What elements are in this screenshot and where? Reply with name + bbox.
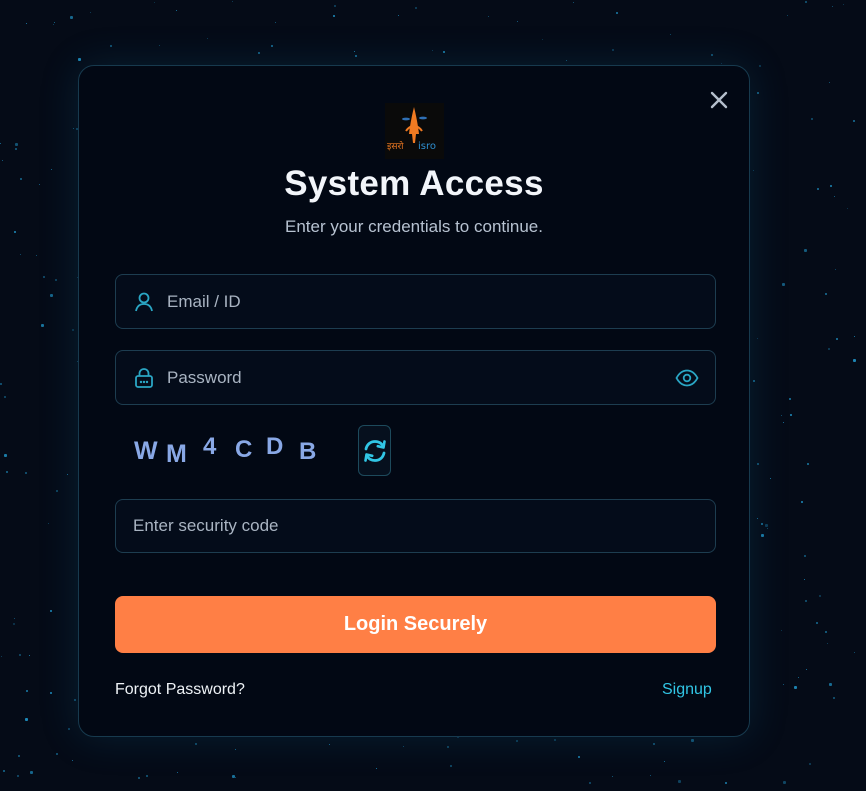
user-icon (135, 292, 153, 312)
isro-logo: इसरो isro (385, 103, 444, 159)
security-code-input[interactable] (133, 500, 699, 552)
email-input[interactable] (167, 275, 699, 328)
captcha-char: 4 (203, 433, 217, 460)
captcha-char: M (166, 440, 187, 468)
captcha-char: W (134, 437, 158, 465)
svg-text:इसरो: इसरो (387, 140, 404, 152)
password-input[interactable] (167, 351, 659, 404)
captcha-char: D (266, 433, 284, 460)
refresh-captcha-button[interactable] (358, 425, 391, 476)
captcha-char: B (299, 438, 317, 465)
email-field[interactable] (115, 274, 716, 329)
lock-icon (135, 368, 153, 388)
close-icon[interactable] (709, 90, 729, 110)
page-subtitle: Enter your credentials to continue. (285, 217, 543, 236)
refresh-icon (364, 440, 386, 462)
eye-icon[interactable] (675, 367, 699, 389)
page-title: System Access (284, 164, 544, 203)
forgot-password-link[interactable]: Forgot Password? (115, 681, 245, 699)
signup-link[interactable]: Signup (662, 681, 712, 699)
login-modal: इसरो isro System Access Enter your crede… (78, 65, 750, 737)
security-code-field[interactable] (115, 499, 716, 553)
password-field[interactable] (115, 350, 716, 405)
svg-text:isro: isro (418, 141, 436, 152)
login-button[interactable]: Login Securely (115, 596, 716, 653)
captcha-image: W M 4 C D B (131, 426, 331, 474)
captcha-char: C (235, 436, 253, 463)
